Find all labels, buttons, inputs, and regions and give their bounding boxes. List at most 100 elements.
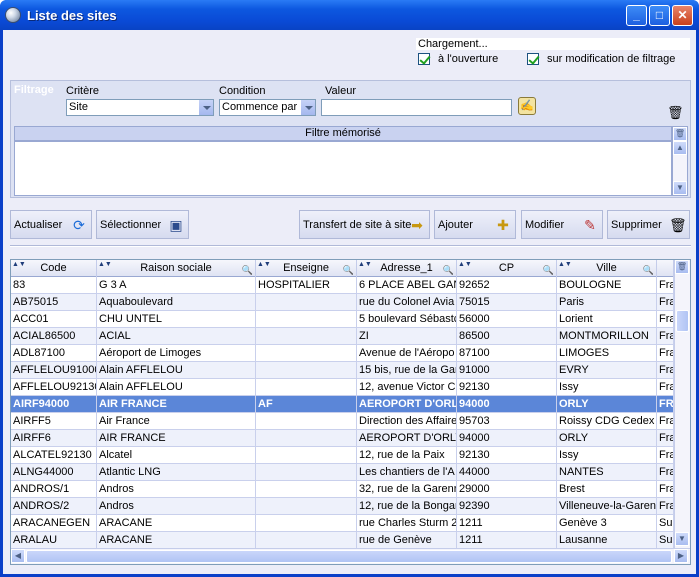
table-cell: ORLY	[557, 430, 657, 446]
value-input[interactable]	[321, 99, 512, 116]
table-row[interactable]: ARACANEGEN ARACANE rue Charles Sturm 2 1211…	[11, 515, 674, 532]
column-header[interactable]: ▲▼ 🔍 Ville	[557, 260, 657, 277]
table-cell: Brest	[557, 481, 657, 497]
sort-icon[interactable]: ▲▼	[458, 261, 472, 268]
close-button[interactable]: ✕	[672, 4, 693, 26]
table-cell: 91000	[457, 362, 557, 378]
condition-select[interactable]: Commence par	[219, 99, 316, 116]
table-row[interactable]: ANDROS/2 Andros 12, rue de la Bongar 92390 V…	[11, 498, 674, 515]
scroll-down-icon[interactable]: ▼	[675, 532, 689, 546]
scroll-thumb[interactable]	[676, 310, 689, 332]
column-header[interactable]: ▲▼ 🔍 CP	[457, 260, 557, 277]
table-cell: 29000	[457, 481, 557, 497]
table-row[interactable]: ACC01 CHU UNTEL 5 boulevard Sébastc 56000 Lo…	[11, 311, 674, 328]
table-cell: ARACANE	[97, 515, 256, 531]
table-row[interactable]: AFFLELOU92130 Alain AFFLELOU 12, avenue Vi…	[11, 379, 674, 396]
chevron-down-icon[interactable]	[300, 100, 315, 115]
on-open-label: à l'ouverture	[438, 53, 499, 65]
criteria-select[interactable]: Site	[66, 99, 214, 116]
table-row[interactable]: ACIAL86500 ACIAL ZI 86500 MONTMORILLON Fra	[11, 328, 674, 345]
table-row[interactable]: ADL87100 Aéroport de Limoges Avenue de l'A…	[11, 345, 674, 362]
table-body: 83 G 3 A HOSPITALIER 6 PLACE ABEL GAN 92652 B…	[11, 277, 674, 549]
table-row[interactable]: AB75015 Aquaboulevard rue du Colonel Avia 7…	[11, 294, 674, 311]
column-header[interactable]: ▲▼ 🔍 Adresse_1	[357, 260, 457, 277]
column-header[interactable]: ▲▼ 🔍 Raison sociale	[97, 260, 256, 277]
table-row[interactable]: AIRFF6 AIR FRANCE AEROPORT D'ORLY 94000 ORLY…	[11, 430, 674, 447]
table-cell: 92652	[457, 277, 557, 293]
edit-button[interactable]: Modifier ✎	[521, 210, 603, 239]
vertical-scrollbar[interactable]: 🗑 ▼	[674, 260, 690, 548]
checkbox-checked-icon	[527, 53, 539, 65]
table-row[interactable]: ALNG44000 Atlantic LNG Les chantiers de l'…	[11, 464, 674, 481]
table-cell	[256, 481, 357, 497]
column-header[interactable]: ▲▼ 🔍 Enseigne	[256, 260, 357, 277]
sort-icon[interactable]: ▲▼	[98, 261, 112, 268]
apply-filter-icon[interactable]: ✍	[518, 97, 536, 115]
table-cell: Andros	[97, 498, 256, 514]
table-cell	[256, 379, 357, 395]
table-cell: AFFLELOU92130	[13, 379, 97, 395]
on-open-checkbox[interactable]: à l'ouverture	[418, 53, 498, 65]
scroll-left-icon[interactable]: ◀	[11, 549, 25, 563]
column-trash-icon[interactable]: 🗑	[675, 260, 689, 274]
table-cell	[256, 362, 357, 378]
table-cell: 87100	[457, 345, 557, 361]
table-cell: ALNG44000	[11, 464, 97, 480]
table-row[interactable]: 83 G 3 A HOSPITALIER 6 PLACE ABEL GAN 92652 B…	[11, 277, 674, 294]
column-header-label: Code	[40, 262, 67, 274]
table-cell: ANDROS/1	[11, 481, 97, 497]
table-cell: Roissy CDG Cedex	[557, 413, 657, 429]
select-button[interactable]: Sélectionner ▣	[96, 210, 189, 239]
table-cell: AFFLELOU91000	[13, 362, 97, 378]
delete-label: Supprimer	[611, 218, 662, 231]
table-cell: NANTES	[557, 464, 657, 480]
table-row[interactable]: AIRF94000 AIR FRANCE AF AEROPORT D'ORLY 9400…	[11, 396, 674, 413]
sort-icon[interactable]: ▲▼	[12, 261, 26, 268]
table-row[interactable]: ALCATEL92130 Alcatel 12, rue de la Paix 921…	[11, 447, 674, 464]
table-cell	[256, 515, 357, 531]
scroll-thumb[interactable]	[26, 550, 672, 563]
table-cell: Sui	[659, 532, 674, 548]
table-cell: ALCATEL92130	[11, 447, 97, 463]
loading-options: Chargement... à l'ouverture sur modifica…	[413, 36, 693, 66]
table-row[interactable]: AIRFF5 Air France Direction des Affaire 957…	[11, 413, 674, 430]
refresh-button[interactable]: Actualiser ⟳	[10, 210, 92, 239]
refresh-label: Actualiser	[14, 218, 63, 231]
transfer-button[interactable]: Transfert de site à site ➡	[299, 210, 430, 239]
table-cell: 86500	[457, 328, 557, 344]
trash-icon[interactable]: 🗑	[667, 105, 684, 121]
column-header[interactable]: ▲▼ Code	[11, 260, 97, 277]
column-header[interactable]	[657, 260, 674, 277]
delete-button[interactable]: Supprimer 🗑	[607, 210, 690, 239]
table-cell: Fra	[659, 328, 674, 344]
maximize-button[interactable]: □	[649, 4, 670, 26]
table-cell: ACIAL86500	[11, 328, 97, 344]
table-cell: Lorient	[557, 311, 657, 327]
table-row[interactable]: ANDROS/1 Andros 32, rue de la Garenr 29000 B…	[11, 481, 674, 498]
table-cell	[256, 430, 357, 446]
horizontal-scrollbar[interactable]: ◀ ▶	[11, 548, 690, 564]
sort-icon[interactable]: ▲▼	[558, 261, 572, 268]
table-cell: Fra	[659, 430, 674, 446]
sort-icon[interactable]: ▲▼	[358, 261, 372, 268]
table-cell: 12, rue de la Paix	[357, 447, 457, 463]
sort-icon[interactable]: ▲▼	[257, 261, 271, 268]
scroll-down-icon[interactable]: ▼	[673, 181, 687, 195]
minimize-button[interactable]: _	[626, 4, 647, 26]
add-button[interactable]: Ajouter ✚	[434, 210, 516, 239]
memorized-filter-list[interactable]	[14, 141, 672, 196]
on-filter-change-checkbox[interactable]: sur modification de filtrage	[527, 53, 675, 65]
table-row[interactable]: AFFLELOU91000 Alain AFFLELOU 15 bis, rue d…	[11, 362, 674, 379]
table-cell	[256, 532, 357, 548]
memorized-filter-scrollbar[interactable]: 🗑 ▲ ▼	[672, 126, 688, 196]
table-cell: Fra	[659, 464, 674, 480]
scroll-up-icon[interactable]: ▲	[673, 141, 687, 155]
table-cell: 94000	[457, 430, 557, 446]
table-cell: AEROPORT D'ORLY	[359, 396, 457, 412]
table-row[interactable]: ARALAU ARACANE rue de Genève 1211 Lausanne Su…	[11, 532, 674, 549]
chevron-down-icon[interactable]	[198, 100, 213, 115]
table-cell: 44000	[457, 464, 557, 480]
title-bar[interactable]: Liste des sites _ □ ✕	[0, 0, 699, 30]
scroll-right-icon[interactable]: ▶	[674, 549, 688, 563]
delete-memorized-icon[interactable]: 🗑	[673, 127, 687, 141]
